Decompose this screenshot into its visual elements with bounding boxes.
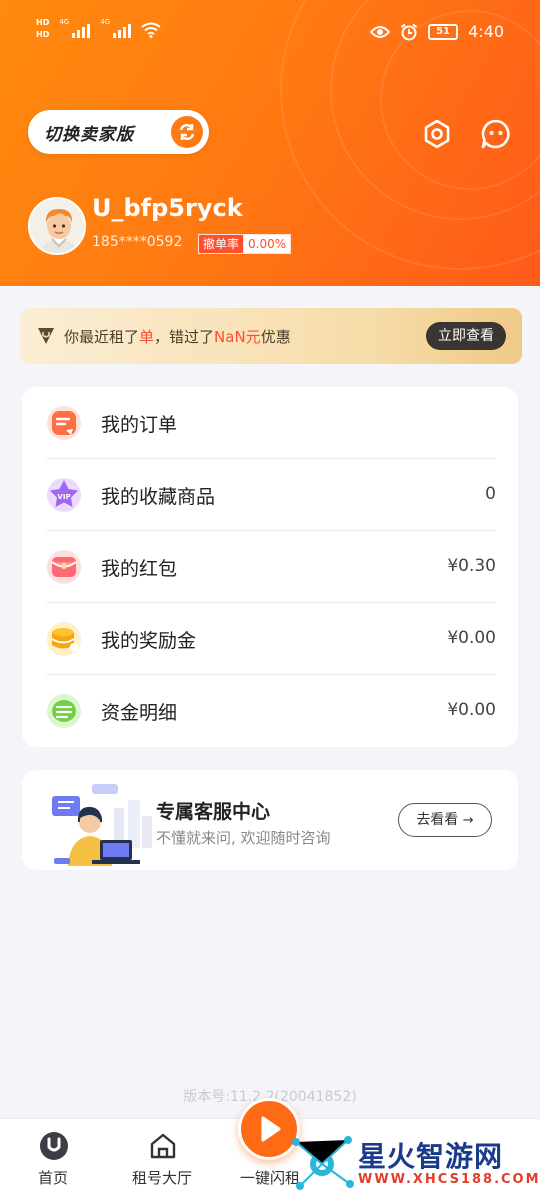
watermark-url: WWW.XHCS188.COM [358,1172,540,1187]
menu-item-favorites[interactable]: VIP 我的收藏商品 0 [22,459,518,531]
menu-value: ¥0.00 [447,700,496,720]
view-now-button[interactable]: 立即查看 [426,322,506,350]
arrow-right-icon: → [462,813,474,828]
go-see-label: 去看看 [416,812,459,828]
swap-icon [171,116,203,148]
service-subtitle: 不懂就来问, 欢迎随时咨询 [156,829,331,847]
eye-icon [370,25,391,38]
vip-star-icon: VIP [47,478,81,512]
username: U_bfp5ryck [92,194,243,222]
u-badge-icon [38,328,54,344]
order-icon [47,406,81,440]
savings-promo-banner[interactable]: 你最近租了单，错过了NaN元优惠 立即查看 [20,308,522,364]
tab-home[interactable]: 首页 [3,1119,103,1194]
account-menu-card: 我的订单 VIP 我的收藏商品 0 我的红包 ¥0.30 我的奖励金 ¥0.00… [22,387,518,747]
service-title: 专属客服中心 [156,801,271,823]
house-icon [150,1133,176,1159]
fund-detail-icon [47,694,81,728]
profile-header: HD HD 4G 4G 51 4:40 切换卖家版 U_bfp5ryck 185… [0,0,540,286]
alarm-icon [400,23,418,40]
menu-label: 我的红包 [101,558,178,580]
watermark-text: 星火智游网 [358,1140,504,1173]
red-packet-icon [47,550,81,584]
switch-seller-button[interactable]: 切换卖家版 [28,110,209,154]
tab-hall[interactable]: 租号大厅 [112,1119,212,1194]
menu-label: 我的收藏商品 [101,486,216,508]
svg-text:VIP: VIP [57,493,70,501]
switch-seller-label: 切换卖家版 [44,124,134,145]
wifi-icon [141,22,161,38]
menu-label: 资金明细 [101,702,178,724]
status-bar: HD HD 4G 4G 51 4:40 [0,0,540,64]
avatar[interactable] [28,197,86,255]
battery-icon: 51 [428,23,459,40]
home-logo-icon [40,1132,68,1160]
menu-value: ¥0.30 [447,556,496,576]
customer-service-illustration [52,784,152,866]
go-see-button[interactable]: 去看看 → [398,803,492,837]
message-icon[interactable] [480,118,512,150]
coin-stack-icon [47,622,81,656]
menu-label: 我的订单 [101,414,178,436]
settings-icon[interactable] [421,118,453,150]
menu-item-fund-details[interactable]: 资金明细 ¥0.00 [22,675,518,747]
menu-item-rewards[interactable]: 我的奖励金 ¥0.00 [22,603,518,675]
clock: 4:40 [468,22,504,41]
menu-value: 0 [485,484,496,504]
tab-label: 租号大厅 [131,1169,192,1187]
signal-icon: 4G [59,18,91,38]
menu-item-orders[interactable]: 我的订单 [22,387,518,459]
menu-label: 我的奖励金 [101,630,197,652]
hd-indicator: HD HD [36,18,50,39]
customer-service-card[interactable]: 专属客服中心 不懂就来问, 欢迎随时咨询 去看看 → [22,770,518,870]
cancel-rate-value: 0.00% [243,234,292,254]
menu-item-red-packet[interactable]: 我的红包 ¥0.30 [22,531,518,603]
promo-text: 你最近租了单，错过了NaN元优惠 [64,328,291,346]
signal-icon: 4G [100,18,132,38]
menu-value: ¥0.00 [447,628,496,648]
cancel-rate-label: 撤单率 [198,234,244,254]
phone-number: 185****0592 [92,234,183,250]
cancel-rate-badge: 撤单率 0.00% [198,234,292,254]
tab-label: 首页 [37,1169,68,1187]
